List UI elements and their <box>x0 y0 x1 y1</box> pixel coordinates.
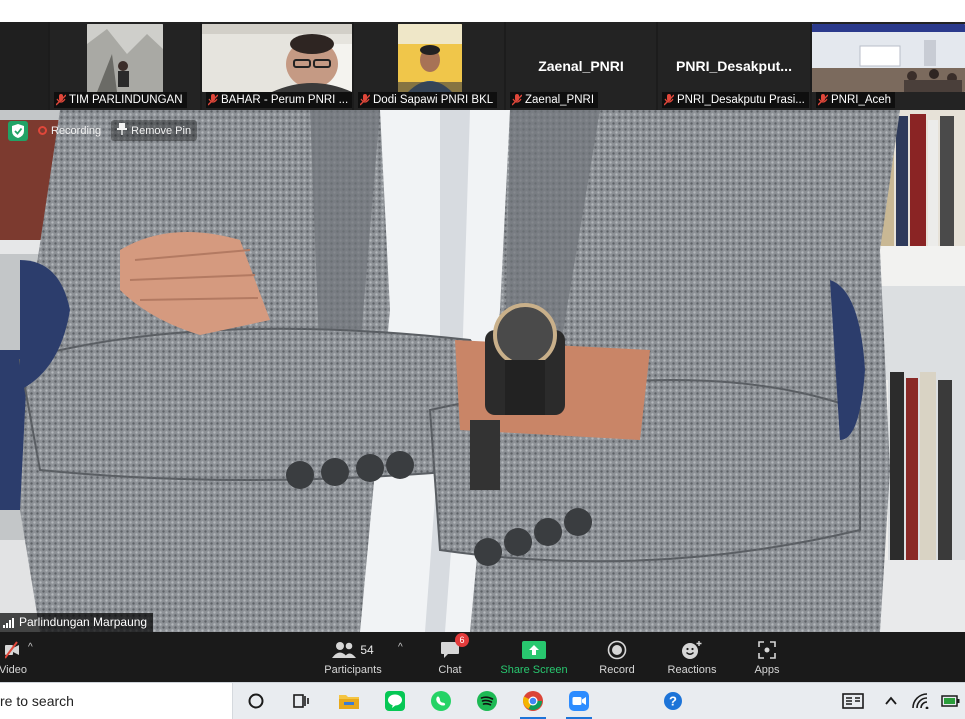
participant-video <box>398 24 462 92</box>
apps-icon <box>758 639 776 661</box>
record-button[interactable]: Record <box>596 632 638 682</box>
notification-center-icon[interactable] <box>842 690 864 712</box>
mic-off-icon <box>817 94 829 106</box>
participant-name-label: BAHAR - Perum PNRI ... <box>206 92 352 108</box>
mic-off-icon <box>663 94 675 106</box>
speaker-video-frame <box>0 110 965 632</box>
participant-thumbnail[interactable]: PNRI_Desakput... PNRI_Desakputu Prasi... <box>658 22 810 110</box>
participants-icon: 54 <box>332 639 374 661</box>
record-icon <box>607 639 627 661</box>
participant-video <box>202 24 352 92</box>
participant-thumbnail[interactable]: BAHAR - Perum PNRI ... <box>202 22 352 110</box>
zoom-icon[interactable] <box>568 690 590 712</box>
video-button[interactable]: Video <box>0 632 27 682</box>
participants-button[interactable]: 54 Participants <box>320 632 386 682</box>
participant-name-label: Zaenal_PNRI <box>510 92 599 108</box>
mic-off-icon <box>511 94 523 106</box>
mic-off-icon <box>359 94 371 106</box>
participant-name-label: Dodi Sapawi PNRI BKL <box>358 92 498 108</box>
participant-thumbnail[interactable]: Dodi Sapawi PNRI BKL <box>354 22 504 110</box>
share-screen-icon <box>522 639 546 661</box>
participant-name-label: TIM PARLINDUNGAN <box>54 92 187 108</box>
participant-name-label: PNRI_Desakputu Prasi... <box>662 92 809 108</box>
spotify-icon[interactable] <box>476 690 498 712</box>
thumbnail-partial <box>0 22 48 110</box>
participant-name-label: PNRI_Aceh <box>816 92 896 108</box>
participant-thumbnail-strip: TIM PARLINDUNGAN BAHAR - Perum PNRI ... … <box>0 22 965 110</box>
reactions-button[interactable]: Reactions <box>664 632 720 682</box>
apps-button[interactable]: Apps <box>748 632 786 682</box>
chat-icon: 6 <box>440 633 469 661</box>
participant-video <box>812 24 965 92</box>
meeting-toolbar: Video ^ 54 Participants ^ 6 Chat Share S… <box>0 632 965 682</box>
participants-options-caret[interactable]: ^ <box>398 642 403 653</box>
mic-off-icon <box>207 94 219 106</box>
window-top-border <box>0 0 965 22</box>
taskbar-search-box[interactable]: re to search <box>0 683 233 719</box>
participant-display-name: Zaenal_PNRI <box>538 58 624 74</box>
remove-pin-button[interactable]: Remove Pin <box>111 120 198 141</box>
participant-thumbnail[interactable]: Zaenal_PNRI Zaenal_PNRI <box>506 22 656 110</box>
participant-thumbnail[interactable]: TIM PARLINDUNGAN <box>50 22 200 110</box>
help-icon[interactable]: ? <box>662 690 684 712</box>
windows-taskbar: re to search ? <box>0 682 965 719</box>
cortana-icon[interactable] <box>245 690 267 712</box>
chat-unread-badge: 6 <box>455 633 469 647</box>
zoom-meeting-window: TIM PARLINDUNGAN BAHAR - Perum PNRI ... … <box>0 0 965 719</box>
participants-count: 54 <box>360 643 374 657</box>
whatsapp-icon[interactable] <box>430 690 452 712</box>
recording-dot-icon <box>38 126 47 135</box>
active-speaker-name-label: Parlindungan Marpaung <box>0 613 154 632</box>
participant-video <box>87 24 163 92</box>
security-shield-icon[interactable] <box>8 120 28 141</box>
recording-indicator[interactable]: Recording <box>38 125 101 137</box>
share-screen-button[interactable]: Share Screen <box>496 632 572 682</box>
svg-text:?: ? <box>669 694 677 709</box>
chevron-up-icon[interactable] <box>880 690 902 712</box>
video-options-caret[interactable]: ^ <box>28 642 33 653</box>
meeting-status-overlay: Recording Remove Pin <box>8 120 198 141</box>
signal-strength-icon <box>3 617 14 628</box>
mic-off-icon <box>55 94 67 106</box>
participant-display-name: PNRI_Desakput... <box>676 58 792 74</box>
battery-icon[interactable] <box>940 690 962 712</box>
participant-thumbnail[interactable]: PNRI_Aceh <box>812 22 965 110</box>
chrome-icon[interactable] <box>522 690 544 712</box>
video-camera-off-icon <box>5 639 21 661</box>
line-icon[interactable] <box>384 690 406 712</box>
task-view-icon[interactable] <box>290 690 312 712</box>
chat-button[interactable]: 6 Chat <box>430 632 470 682</box>
pin-icon <box>117 123 128 138</box>
smiley-icon <box>681 639 703 661</box>
file-explorer-icon[interactable] <box>338 690 360 712</box>
network-icon[interactable] <box>910 690 932 712</box>
active-speaker-video <box>0 110 965 632</box>
